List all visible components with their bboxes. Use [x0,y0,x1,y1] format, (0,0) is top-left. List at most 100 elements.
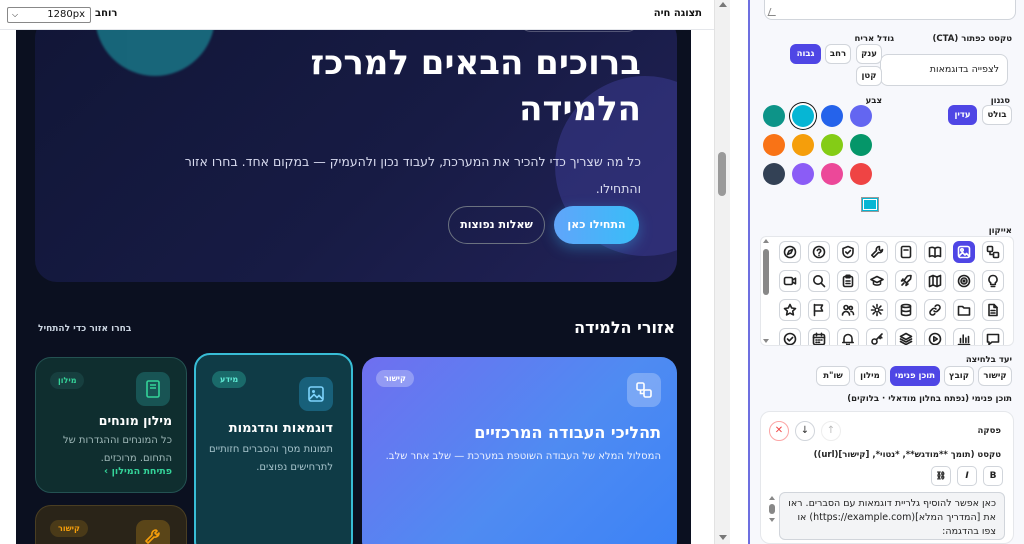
previous-field[interactable] [764,0,1016,20]
paragraph-textarea[interactable]: כאן אפשר להוסיף גלריית דוגמאות עם הסברים… [779,492,1005,540]
area-card-examples[interactable]: מידע דוגמאות והדגמות תמונות מסך והסברים … [194,353,353,544]
cta-text-input[interactable]: לצפייה בדוגמאות [880,54,1008,86]
italic-button[interactable]: I [957,466,977,486]
faq-button[interactable]: שאלות נפוצות [448,206,545,244]
image-icon[interactable] [953,241,975,263]
color-swatch[interactable] [850,105,872,127]
video-icon[interactable] [779,270,801,292]
target-faq-button[interactable]: שו"ת [816,366,850,386]
color-swatch[interactable] [850,163,872,185]
link-icon[interactable]: ⛓ [931,466,951,486]
click-target-label: יעד בלחיצה [965,355,1012,365]
card-badge: מילון [50,372,85,389]
color-swatch[interactable] [821,163,843,185]
preview-toolbar: ⌵ 1280px רוחב תצוגה חיה [0,0,714,30]
color-swatch[interactable] [792,105,814,127]
scroll-thumb[interactable] [718,152,726,196]
resize-grip-icon[interactable] [767,8,779,16]
color-swatch[interactable] [763,134,785,156]
size-huge-button[interactable]: ענק [856,44,882,64]
target-internal-button[interactable]: תוכן פנימי [890,366,940,386]
database-icon[interactable] [895,299,917,321]
color-swatch[interactable] [821,134,843,156]
key-icon[interactable] [866,328,888,345]
target-glossary-button[interactable]: מילון [854,366,886,386]
move-up-button[interactable]: ↑ [821,421,841,441]
book-open-icon[interactable] [924,241,946,263]
shield-check-icon[interactable] [837,241,859,263]
color-swatch[interactable] [792,134,814,156]
icon-grid-scrollbar[interactable] [763,239,769,343]
card-title: תהליכי העבודה המרכזיים [474,423,661,442]
chevron-down-icon: ⌵ [12,10,19,19]
users-icon[interactable] [837,299,859,321]
area-card-link[interactable]: קישור [35,505,187,544]
target-file-button[interactable]: קובץ [944,366,974,386]
wrench-icon[interactable] [866,241,888,263]
star-icon[interactable] [779,299,801,321]
scroll-down-icon[interactable] [719,535,727,540]
size-tall-button[interactable]: גבוה [790,44,821,64]
area-card-glossary[interactable]: מילון מילון מונחים כל המונחים וההגדרות ש… [35,357,187,493]
play-circle-icon[interactable] [924,328,946,345]
bookmark-icon[interactable] [895,241,917,263]
folder-icon[interactable] [953,299,975,321]
style-subtle-button[interactable]: עדין [948,105,977,125]
book-icon [136,372,170,406]
card-title: דוגמאות והדגמות [228,421,333,436]
color-swatch[interactable] [763,163,785,185]
bar-chart-icon[interactable] [953,328,975,345]
color-swatch[interactable] [792,163,814,185]
workflow-icon[interactable] [982,241,1004,263]
color-swatch[interactable] [850,134,872,156]
compass-icon[interactable] [779,241,801,263]
file-text-icon[interactable] [982,299,1004,321]
search-icon[interactable] [808,270,830,292]
width-select[interactable]: ⌵ 1280px [7,7,91,23]
scroll-up-icon[interactable] [763,239,769,243]
lightbulb-icon[interactable] [982,270,1004,292]
calendar-icon[interactable] [808,328,830,345]
size-small-button[interactable]: קטן [856,66,882,86]
card-badge: קישור [50,520,88,537]
hero-title: ברוכים הבאים למרכז הלמידה [310,43,641,129]
check-circle-icon[interactable] [779,328,801,345]
custom-color-picker[interactable] [861,197,879,212]
start-here-button[interactable]: התחילו כאן [554,206,639,244]
message-icon[interactable] [982,328,1004,345]
open-glossary-link[interactable]: פתיחת המילון [112,466,172,477]
scroll-thumb[interactable] [763,249,769,295]
scroll-thumb[interactable] [769,504,775,514]
paragraph-scrollbar[interactable] [769,496,775,540]
color-swatch[interactable] [763,105,785,127]
target-icon[interactable] [953,270,975,292]
chevron-left-icon: ‹ [104,466,109,477]
icon-label: אייקון [988,226,1012,236]
area-card-workflows[interactable]: קישור תהליכי העבודה המרכזיים המסלול המלא… [362,357,677,544]
workflow-icon [627,373,661,407]
preview-scrollbar[interactable] [714,0,730,544]
bell-icon[interactable] [837,328,859,345]
scroll-up-icon[interactable] [769,496,775,500]
preview-viewport: ברוכים הבאים למרכז הלמידה כל מה שצריך כד… [16,30,691,544]
target-link-button[interactable]: קישור [978,366,1012,386]
rocket-icon[interactable] [895,270,917,292]
flag-icon[interactable] [808,299,830,321]
delete-block-button[interactable]: ✕ [769,421,789,441]
scroll-up-icon[interactable] [719,2,727,7]
help-circle-icon[interactable] [808,241,830,263]
scroll-down-icon[interactable] [769,518,775,522]
layers-icon[interactable] [895,328,917,345]
map-icon[interactable] [924,270,946,292]
link-icon[interactable] [924,299,946,321]
color-swatch[interactable] [821,105,843,127]
bold-button[interactable]: B [983,466,1003,486]
graduation-cap-icon[interactable] [866,270,888,292]
size-wide-button[interactable]: רחב [825,44,851,64]
settings-icon[interactable] [866,299,888,321]
style-bold-button[interactable]: בולט [982,105,1012,125]
clipboard-icon[interactable] [837,270,859,292]
move-down-button[interactable]: ↓ [795,421,815,441]
scroll-down-icon[interactable] [763,339,769,343]
preview-title: תצוגה חיה [653,8,702,19]
